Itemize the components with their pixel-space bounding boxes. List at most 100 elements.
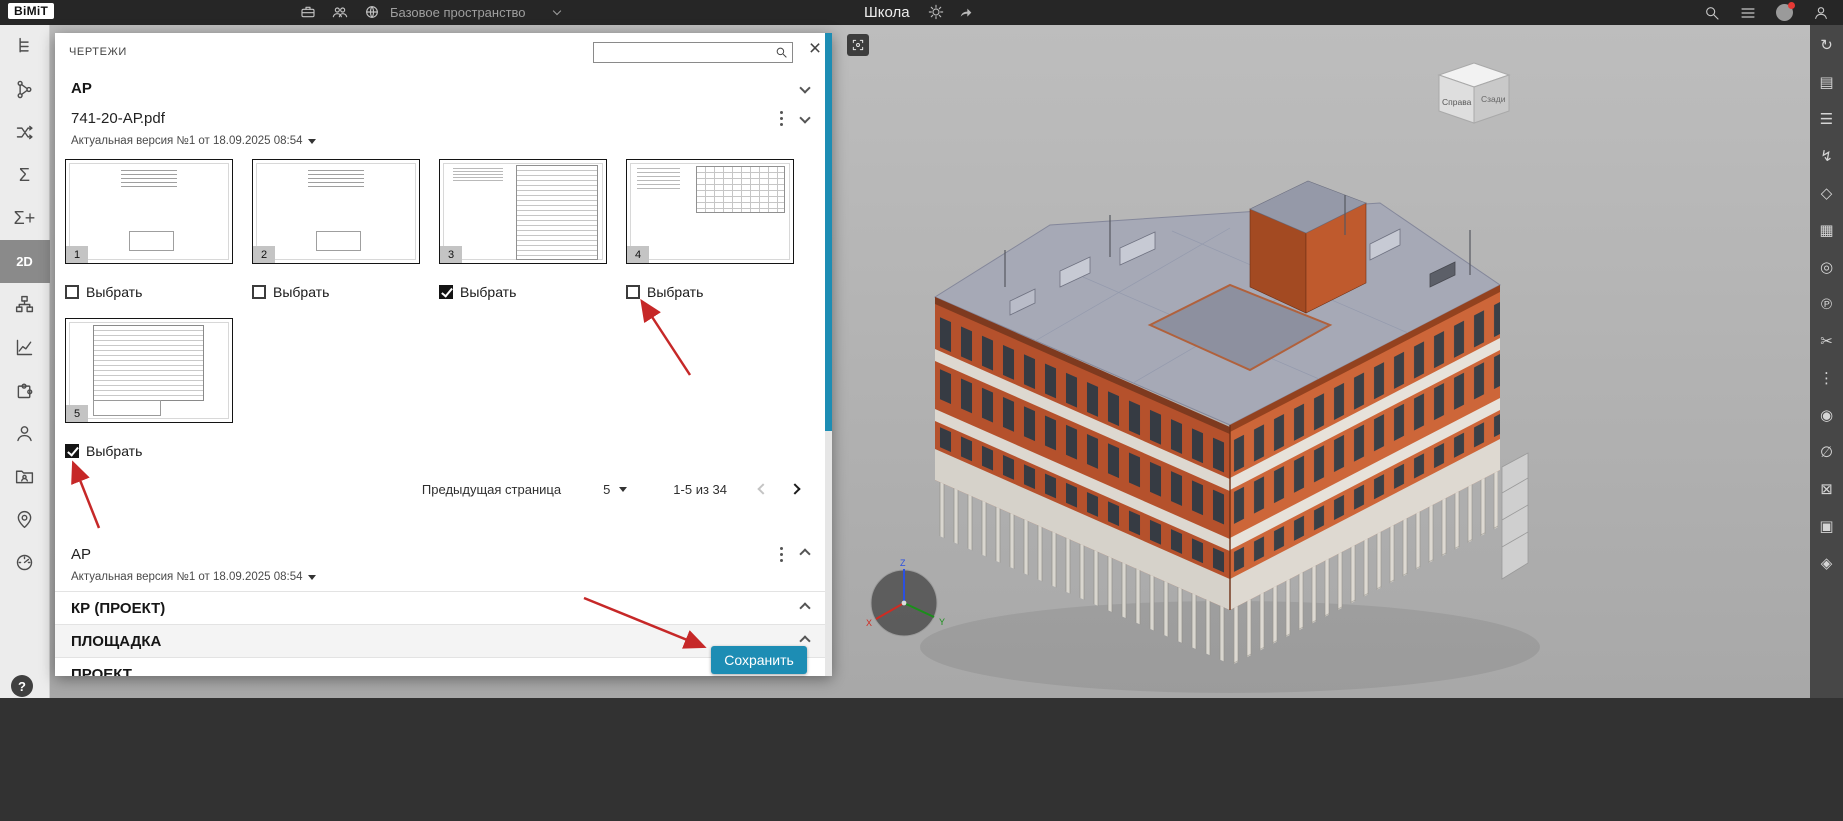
clash-icon[interactable]: ↯ xyxy=(1820,148,1833,165)
prev-page-label[interactable]: Предыдущая страница xyxy=(422,482,561,497)
right-toolbar: ↻ ▤ ☰ ↯ ◇ ▦ ◎ ℗ ✂ ⋮ ◉ ∅ ⊠ ▣ ◈ xyxy=(1810,25,1843,698)
page-thumbnail[interactable]: 3 xyxy=(439,159,607,264)
page-thumbnail[interactable]: 4 xyxy=(626,159,794,264)
sidebar-plugins[interactable] xyxy=(0,369,50,412)
close-icon[interactable]: × xyxy=(805,37,825,61)
chevron-up-icon[interactable] xyxy=(799,548,811,560)
save-button[interactable]: Сохранить xyxy=(711,646,807,674)
screenshot-icon[interactable] xyxy=(847,34,869,56)
sidebar-org-chart[interactable] xyxy=(0,283,50,326)
visibility-icon[interactable]: ◉ xyxy=(1820,407,1833,424)
sync-icon[interactable]: ↻ xyxy=(1820,37,1833,54)
select-checkbox[interactable] xyxy=(65,444,79,458)
version-row[interactable]: Актуальная версия №1 от 18.09.2025 08:54 xyxy=(55,131,825,155)
chevron-up-icon[interactable] xyxy=(799,602,811,614)
panel-scrollbar[interactable] xyxy=(825,33,832,676)
viewcube-left-face-label[interactable]: Справа xyxy=(1442,97,1472,107)
sidebar-gauge[interactable] xyxy=(0,541,50,584)
drawings-2d-icon: 2D xyxy=(16,254,33,269)
team-icon[interactable] xyxy=(332,4,348,20)
viewcube-right-face-label[interactable]: Сзади xyxy=(1481,94,1506,104)
select-checkbox[interactable] xyxy=(65,285,79,299)
more-menu-icon[interactable] xyxy=(780,116,783,120)
bottom-strip xyxy=(0,698,1843,821)
select-checkbox[interactable] xyxy=(439,285,453,299)
more-menu-icon[interactable] xyxy=(780,552,783,556)
page-thumbnail[interactable]: 2 xyxy=(252,159,420,264)
profile-icon[interactable] xyxy=(1813,5,1829,21)
notifications-icon[interactable] xyxy=(1776,2,1795,21)
more-icon[interactable]: ⋮ xyxy=(1819,370,1834,387)
view-cube[interactable]: Справа Сзади xyxy=(1435,61,1513,127)
box-icon[interactable]: ◇ xyxy=(1821,185,1833,202)
section-ploshchadka[interactable]: ПЛОЩАДКА xyxy=(55,624,825,657)
search-icon[interactable] xyxy=(775,46,788,59)
app-logo[interactable]: BiMiT xyxy=(8,3,55,19)
sidebar-graph[interactable] xyxy=(0,68,50,111)
chevron-down-icon[interactable] xyxy=(799,112,811,124)
search-input[interactable] xyxy=(594,45,775,60)
sidebar-user-pin[interactable] xyxy=(0,498,50,541)
menu-icon[interactable] xyxy=(1740,5,1756,21)
select-checkbox[interactable] xyxy=(252,285,266,299)
pagination: Предыдущая страница 5 1-5 из 34 xyxy=(55,477,825,501)
section-cut-icon[interactable]: ✂ xyxy=(1820,333,1833,350)
user-icon xyxy=(17,426,32,442)
select-checkbox[interactable] xyxy=(626,285,640,299)
search-box xyxy=(593,42,793,63)
dropdown-arrow-icon[interactable] xyxy=(307,574,316,580)
building-model[interactable] xyxy=(900,145,1560,698)
globe-icon[interactable] xyxy=(364,4,380,20)
remove-box-icon[interactable]: ⊠ xyxy=(1820,481,1833,498)
layers-icon[interactable]: ▤ xyxy=(1819,74,1833,91)
chevron-down-icon[interactable] xyxy=(799,82,811,94)
sidebar-user[interactable] xyxy=(0,412,50,455)
scrollbar-thumb[interactable] xyxy=(825,33,832,431)
section-ar2-header[interactable]: АР xyxy=(55,541,825,567)
version-label: Актуальная версия №1 от 18.09.2025 08:54 xyxy=(71,571,303,583)
file-row[interactable]: 741-20-АР.pdf xyxy=(55,105,825,131)
page-number-badge: 5 xyxy=(66,405,88,422)
sidebar-shared-folder[interactable] xyxy=(0,455,50,498)
focus-icon[interactable]: ◎ xyxy=(1820,259,1833,276)
project-title: Школа xyxy=(864,4,910,21)
version-row[interactable]: Актуальная версия №1 от 18.09.2025 08:54 xyxy=(55,567,825,591)
search-icon[interactable] xyxy=(1704,5,1720,21)
selection-box-icon[interactable]: ▣ xyxy=(1819,518,1833,535)
sidebar-clash[interactable] xyxy=(0,111,50,154)
briefcase-icon[interactable] xyxy=(300,4,316,20)
list-icon[interactable]: ☰ xyxy=(1820,111,1833,128)
next-page-icon[interactable] xyxy=(789,483,801,495)
section-kr-proekt[interactable]: КР (ПРОЕКТ) xyxy=(55,591,825,624)
page-range: 1-5 из 34 xyxy=(673,481,727,497)
materials-icon[interactable]: ◈ xyxy=(1821,555,1833,572)
page-thumbnail[interactable]: 5 xyxy=(65,318,233,423)
section-ar2-label: АР xyxy=(71,545,92,563)
select-label: Выбрать xyxy=(86,284,143,300)
page-card: 1 Выбрать xyxy=(65,159,233,300)
help-button[interactable]: ? xyxy=(11,675,33,697)
version-label: Актуальная версия №1 от 18.09.2025 08:54 xyxy=(71,135,303,147)
page-size-select[interactable]: 5 xyxy=(603,482,628,497)
grid-icon[interactable]: ▦ xyxy=(1819,222,1833,239)
org-chart-icon xyxy=(15,295,34,313)
sidebar-sum-plus[interactable]: Σ+ xyxy=(0,197,50,240)
workspace-dropdown[interactable]: Базовое пространство xyxy=(390,5,561,20)
section-proekt[interactable]: ПРОЕКТ xyxy=(55,657,825,676)
settings-gear-icon[interactable] xyxy=(928,4,944,20)
clash-lines-icon xyxy=(16,125,33,140)
sidebar-sum[interactable]: Σ xyxy=(0,154,50,197)
hide-icon[interactable]: ∅ xyxy=(1820,444,1833,461)
sidebar-model-tree[interactable] xyxy=(0,25,50,68)
chevron-up-icon[interactable] xyxy=(799,635,811,647)
orientation-gizmo[interactable]: Z X Y xyxy=(856,555,952,651)
sidebar-drawings-2d[interactable]: 2D xyxy=(0,240,50,283)
section-ar-header[interactable]: АР xyxy=(55,71,825,105)
marker-icon[interactable]: ℗ xyxy=(1821,296,1832,313)
sidebar-trend[interactable] xyxy=(0,326,50,369)
select-label: Выбрать xyxy=(647,284,704,300)
page-thumbnail[interactable]: 1 xyxy=(65,159,233,264)
prev-page-icon[interactable] xyxy=(757,483,769,495)
dropdown-arrow-icon[interactable] xyxy=(307,138,316,144)
share-icon[interactable] xyxy=(958,4,974,20)
